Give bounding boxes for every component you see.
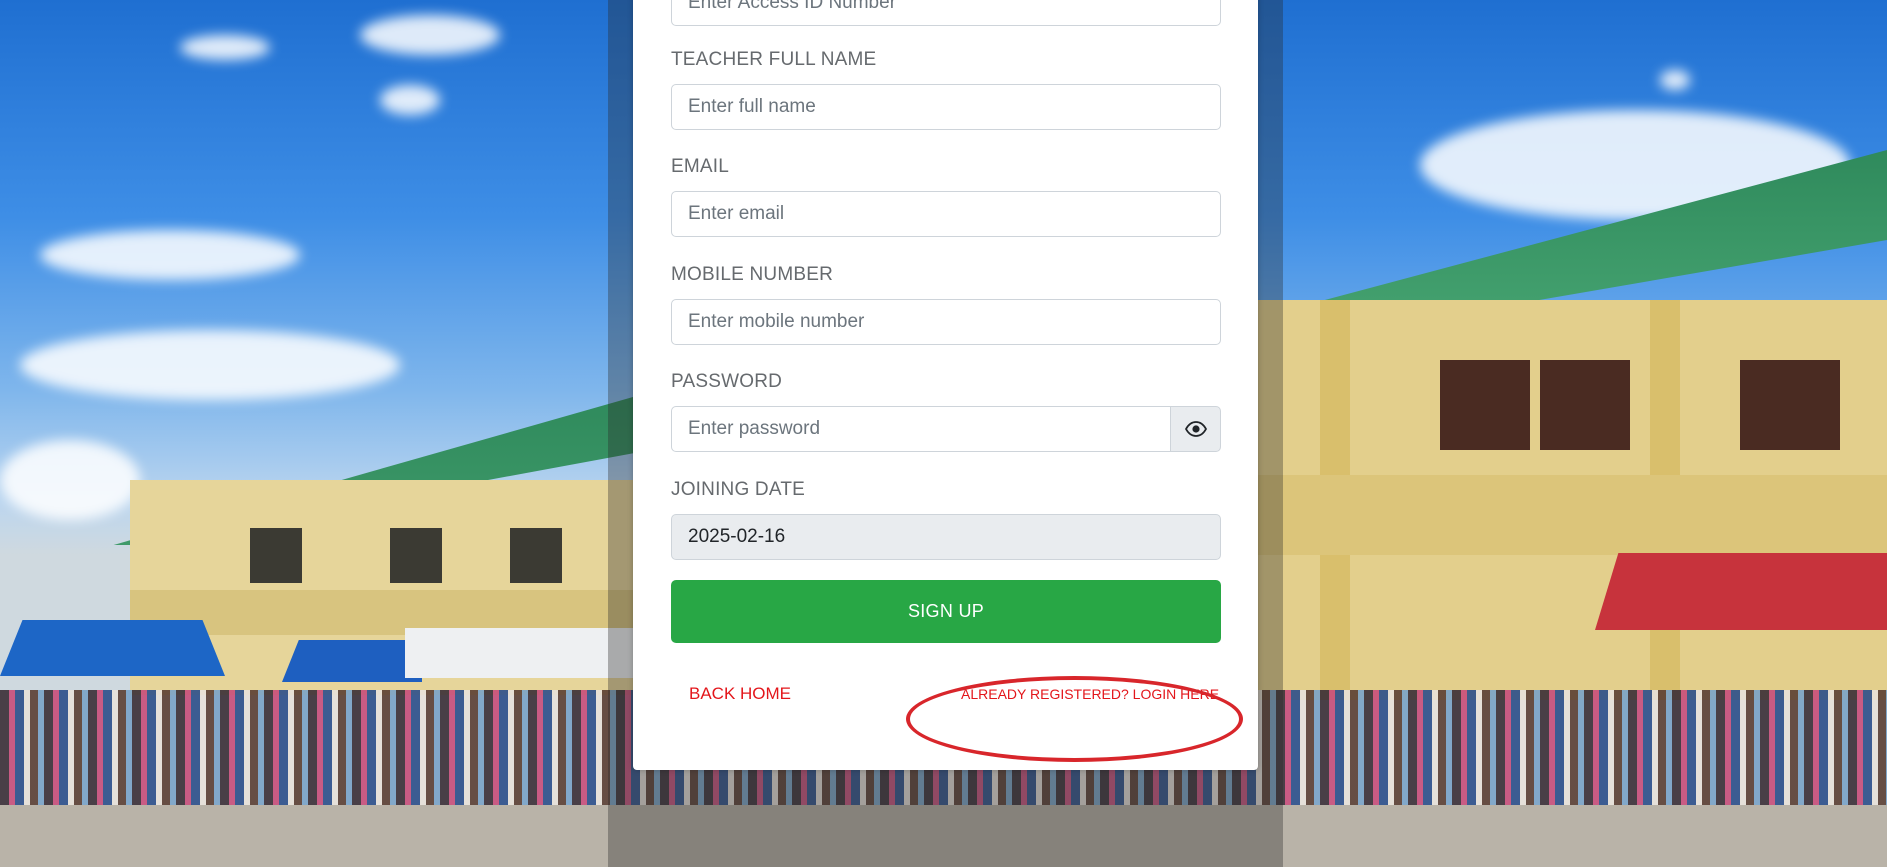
password-label: PASSWORD: [671, 371, 783, 392]
sign-up-button[interactable]: SIGN UP: [671, 580, 1221, 643]
eye-icon: [1184, 421, 1207, 437]
access-id-input[interactable]: [671, 0, 1221, 26]
email-label: EMAIL: [671, 156, 730, 177]
mobile-number-input[interactable]: [671, 299, 1221, 345]
show-password-button[interactable]: [1170, 406, 1221, 452]
mobile-number-label: MOBILE NUMBER: [671, 264, 834, 285]
joining-date-input: [671, 514, 1221, 560]
email-input[interactable]: [671, 191, 1221, 237]
full-name-input[interactable]: [671, 84, 1221, 130]
login-link[interactable]: ALREADY REGISTERED? LOGIN HERE: [961, 686, 1219, 702]
password-group: [671, 406, 1221, 452]
joining-date-label: JOINING DATE: [671, 479, 805, 500]
back-home-link[interactable]: BACK HOME: [689, 684, 791, 704]
full-name-label: TEACHER FULL NAME: [671, 49, 877, 70]
password-input[interactable]: [671, 406, 1171, 452]
signup-card: TEACHER FULL NAME EMAIL MOBILE NUMBER PA…: [633, 0, 1258, 770]
